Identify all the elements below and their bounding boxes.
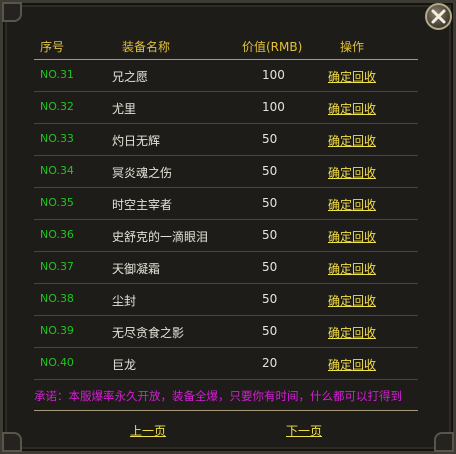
table-row: NO.31 兄之愿 100 确定回收 — [34, 60, 418, 92]
row-number: NO.37 — [40, 260, 74, 273]
equipment-price: 100 — [262, 100, 285, 114]
header-action: 操作 — [340, 40, 365, 54]
close-icon — [431, 9, 446, 24]
confirm-recycle-link[interactable]: 确定回收 — [328, 196, 376, 213]
equipment-name: 尘封 — [112, 294, 137, 308]
equipment-price: 50 — [262, 228, 278, 242]
equipment-name: 冥炎魂之伤 — [112, 166, 173, 180]
table-header: 序号 装备名称 价值(RMB) 操作 — [34, 36, 418, 58]
row-number: NO.32 — [40, 100, 74, 113]
equipment-name: 天御凝霜 — [112, 262, 161, 276]
header-no: 序号 — [40, 40, 65, 54]
footer-divider — [34, 410, 418, 411]
equipment-price: 50 — [262, 260, 278, 274]
row-number: NO.33 — [40, 132, 74, 145]
row-number: NO.34 — [40, 164, 74, 177]
equipment-price: 50 — [262, 132, 278, 146]
table-row: NO.38 尘封 50 确定回收 — [34, 284, 418, 316]
confirm-recycle-link[interactable]: 确定回收 — [328, 68, 376, 85]
equipment-name: 巨龙 — [112, 358, 137, 372]
table-row: NO.35 时空主宰者 50 确定回收 — [34, 188, 418, 220]
row-number: NO.31 — [40, 68, 74, 81]
row-number: NO.35 — [40, 196, 74, 209]
confirm-recycle-link[interactable]: 确定回收 — [328, 292, 376, 309]
close-button[interactable] — [425, 3, 452, 30]
table-row: NO.33 灼日无辉 50 确定回收 — [34, 124, 418, 156]
equipment-name: 时空主宰者 — [112, 198, 173, 212]
equipment-name: 尤里 — [112, 102, 137, 116]
confirm-recycle-link[interactable]: 确定回收 — [328, 356, 376, 373]
table-row: NO.37 天御凝霜 50 确定回收 — [34, 252, 418, 284]
equipment-price: 100 — [262, 68, 285, 82]
prev-page-link[interactable]: 上一页 — [130, 422, 166, 439]
table-row: NO.34 冥炎魂之伤 50 确定回收 — [34, 156, 418, 188]
equipment-name: 无尽贪食之影 — [112, 326, 185, 340]
server-promise-notice: 承诺：本服爆率永久开放，装备全爆，只要你有时间，什么都可以打得到 — [34, 389, 402, 403]
equipment-list: NO.31 兄之愿 100 确定回收 NO.32 尤里 100 确定回收 NO.… — [34, 60, 418, 380]
equipment-name: 兄之愿 — [112, 70, 149, 84]
row-number: NO.36 — [40, 228, 74, 241]
confirm-recycle-link[interactable]: 确定回收 — [328, 100, 376, 117]
equipment-price: 50 — [262, 324, 278, 338]
table-row: NO.36 史舒克的一滴眼泪 50 确定回收 — [34, 220, 418, 252]
equipment-name: 灼日无辉 — [112, 134, 161, 148]
frame-corner — [2, 2, 22, 22]
equipment-price: 50 — [262, 292, 278, 306]
confirm-recycle-link[interactable]: 确定回收 — [328, 164, 376, 181]
confirm-recycle-link[interactable]: 确定回收 — [328, 324, 376, 341]
confirm-recycle-link[interactable]: 确定回收 — [328, 228, 376, 245]
equipment-price: 50 — [262, 164, 278, 178]
equipment-price: 50 — [262, 196, 278, 210]
frame-corner — [2, 432, 22, 452]
table-row: NO.40 巨龙 20 确定回收 — [34, 348, 418, 380]
table-row: NO.32 尤里 100 确定回收 — [34, 92, 418, 124]
header-price: 价值(RMB) — [242, 40, 303, 54]
row-number: NO.38 — [40, 292, 74, 305]
confirm-recycle-link[interactable]: 确定回收 — [328, 260, 376, 277]
next-page-link[interactable]: 下一页 — [286, 422, 322, 439]
frame-corner — [434, 432, 454, 452]
equipment-price: 20 — [262, 356, 278, 370]
confirm-recycle-link[interactable]: 确定回收 — [328, 132, 376, 149]
row-number: NO.40 — [40, 356, 74, 369]
table-row: NO.39 无尽贪食之影 50 确定回收 — [34, 316, 418, 348]
equipment-name: 史舒克的一滴眼泪 — [112, 230, 209, 244]
header-name: 装备名称 — [122, 40, 171, 54]
row-number: NO.39 — [40, 324, 74, 337]
